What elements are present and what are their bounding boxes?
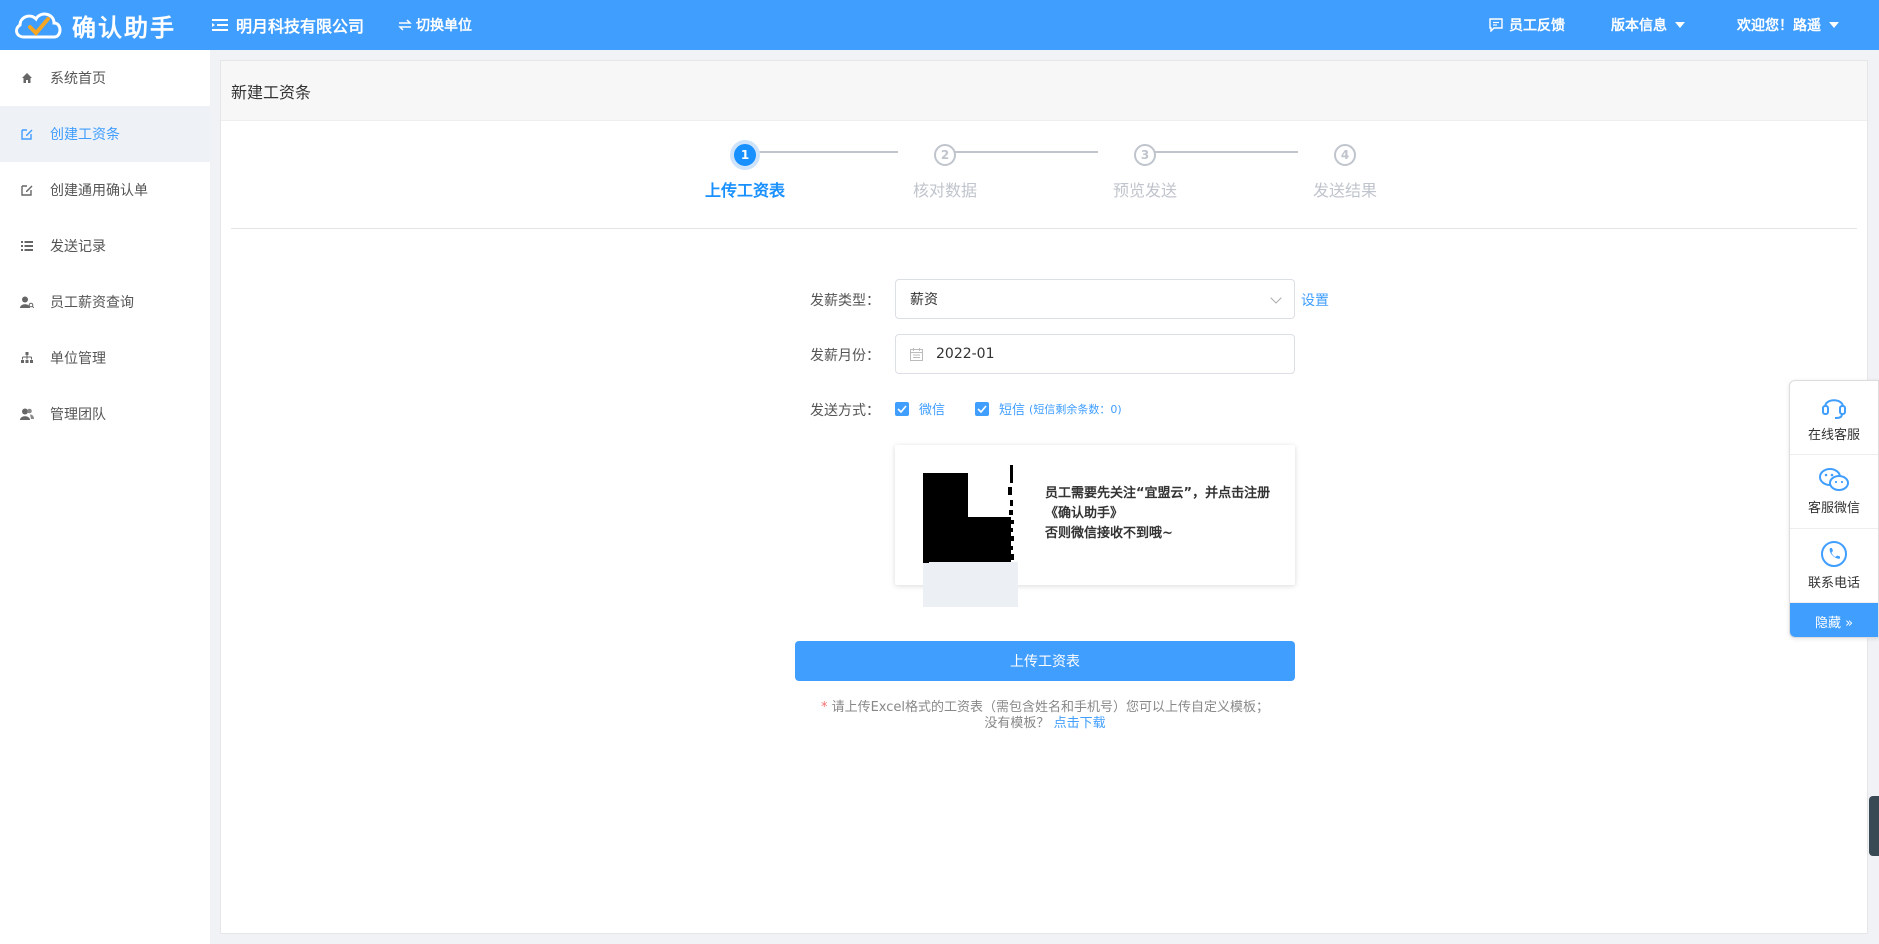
switch-unit-label: 切换单位 [416,18,473,34]
edit-icon [20,183,34,197]
caret-down-icon [1675,22,1685,28]
sidebar: 系统首页 创建工资条 创建通用确认单 发送记录 员工薪资查询 单位管理 管理团队 [0,50,210,944]
home-icon [20,71,34,85]
checkbox-checked-icon [975,401,990,416]
page-title: 新建工资条 [231,82,312,102]
wechat-label: 微信 [919,403,946,418]
edit-icon [20,127,34,141]
sidebar-item-label: 发送记录 [50,239,106,255]
switch-unit-button[interactable]: 切换单位 [398,15,472,35]
caret-down-icon [1829,22,1839,28]
contact-phone-label: 联系电话 [1807,576,1860,591]
top-navbar: 确认助手 明月科技有限公司 切换单位 员工反馈 版本信息 欢迎您！路遥 [0,0,1879,50]
sidebar-item-home[interactable]: 系统首页 [0,50,210,106]
app-logo[interactable]: 确认助手 [0,7,200,43]
pay-month-picker[interactable]: 2022-01 [895,334,1295,374]
tip-line-2: 否则微信接收不到哦~ [1045,526,1173,541]
sms-checkbox[interactable]: 短信 (短信剩余条数：0) [975,399,1122,418]
version-dropdown[interactable]: 版本信息 [1611,15,1685,35]
feedback-label: 员工反馈 [1509,18,1565,34]
panel-header: 新建工资条 [221,61,1867,121]
steps-divider [231,228,1857,229]
calendar-icon [910,348,923,361]
wechat-service-button[interactable]: 客服微信 [1790,455,1878,529]
wechat-service-label: 客服微信 [1807,501,1860,516]
step-3-label: 预览发送 [1112,181,1177,200]
wechat-follow-tip: 员工需要先关注“宜盟云”，并点击注册《确认助手》 否则微信接收不到哦~ [1045,484,1295,544]
contact-float-panel: 在线客服 客服微信 联系电话 隐藏 » [1789,380,1879,638]
pay-month-value: 2022-01 [936,346,995,362]
send-method-label: 发送方式： [810,403,880,419]
feedback-button[interactable]: 员工反馈 [1489,15,1565,35]
sidebar-item-label: 管理团队 [50,407,106,423]
tip-line-1: 员工需要先关注“宜盟云”，并点击注册《确认助手》 [1045,486,1271,521]
phone-icon [1821,541,1847,567]
sms-remaining: (短信剩余条数：0) [1029,402,1122,416]
swap-icon [398,19,412,31]
headset-icon [1822,399,1846,419]
settings-link[interactable]: 设置 [1301,290,1329,310]
wechat-icon [1819,468,1849,491]
sidebar-item-team[interactable]: 管理团队 [0,386,210,442]
sidebar-item-create-confirmation[interactable]: 创建通用确认单 [0,162,210,218]
pay-type-label: 发薪类型： [810,293,880,309]
upload-payslip-button[interactable]: 上传工资表 [795,641,1295,681]
cloud-check-logo-icon [15,12,62,39]
sidebar-item-label: 员工薪资查询 [50,295,134,311]
user-dropdown[interactable]: 欢迎您！路遥 [1737,15,1839,35]
step-connector [746,151,898,153]
pay-month-label: 发薪月份： [810,348,880,364]
step-2-label: 核对数据 [912,181,977,200]
chat-bubble-icon [1489,18,1503,32]
menu-fold-icon[interactable] [212,18,228,32]
step-1-circle: 1 [734,144,756,166]
send-method-options: 微信 短信 (短信剩余条数：0) [895,399,1122,418]
company-name[interactable]: 明月科技有限公司 [212,13,364,37]
online-service-button[interactable]: 在线客服 [1790,381,1878,455]
sms-label: 短信 [999,403,1026,418]
step-connector [946,151,1098,153]
pay-type-select[interactable]: 薪资 [895,279,1295,319]
sidebar-item-send-records[interactable]: 发送记录 [0,218,210,274]
upload-hint: * 请上传Excel格式的工资表（需包含姓名和手机号）您可以上传自定义模板； 没… [790,700,1300,732]
contact-phone-button[interactable]: 联系电话 [1790,529,1878,603]
sidebar-item-label: 创建工资条 [50,127,120,143]
qr-code-image [923,462,1018,607]
chevron-down-icon [1270,292,1282,304]
side-drawer-handle[interactable] [1869,796,1879,856]
app-name: 确认助手 [72,13,176,42]
hide-panel-button[interactable]: 隐藏 » [1790,603,1878,637]
step-3-circle: 3 [1134,144,1156,166]
pay-type-value: 薪资 [910,292,938,308]
sidebar-item-unit-management[interactable]: 单位管理 [0,330,210,386]
step-connector [1146,151,1298,153]
step-1-label: 上传工资表 [704,181,785,200]
welcome-label: 欢迎您！路遥 [1737,18,1821,34]
sidebar-item-label: 单位管理 [50,351,106,367]
company-label: 明月科技有限公司 [236,17,365,36]
step-2-circle: 2 [934,144,956,166]
hint-text: 请上传Excel格式的工资表（需包含姓名和手机号）您可以上传自定义模板； [827,700,1270,715]
checkbox-checked-icon [895,401,909,416]
list-icon [20,239,34,253]
sidebar-item-label: 创建通用确认单 [50,183,148,199]
sidebar-item-label: 系统首页 [50,71,106,87]
step-4-label: 发送结果 [1312,181,1377,200]
org-tree-icon [20,351,34,365]
download-template-link[interactable]: 点击下载 [1054,716,1106,731]
sidebar-item-create-payslip[interactable]: 创建工资条 [0,106,210,162]
hint-line-2: 没有模板？ [984,716,1050,731]
wechat-checkbox[interactable]: 微信 [895,399,945,418]
step-4-circle: 4 [1334,144,1356,166]
version-label: 版本信息 [1611,18,1667,34]
sidebar-item-salary-query[interactable]: 员工薪资查询 [0,274,210,330]
user-search-icon [20,295,34,309]
online-service-label: 在线客服 [1807,428,1860,443]
team-icon [20,407,34,421]
